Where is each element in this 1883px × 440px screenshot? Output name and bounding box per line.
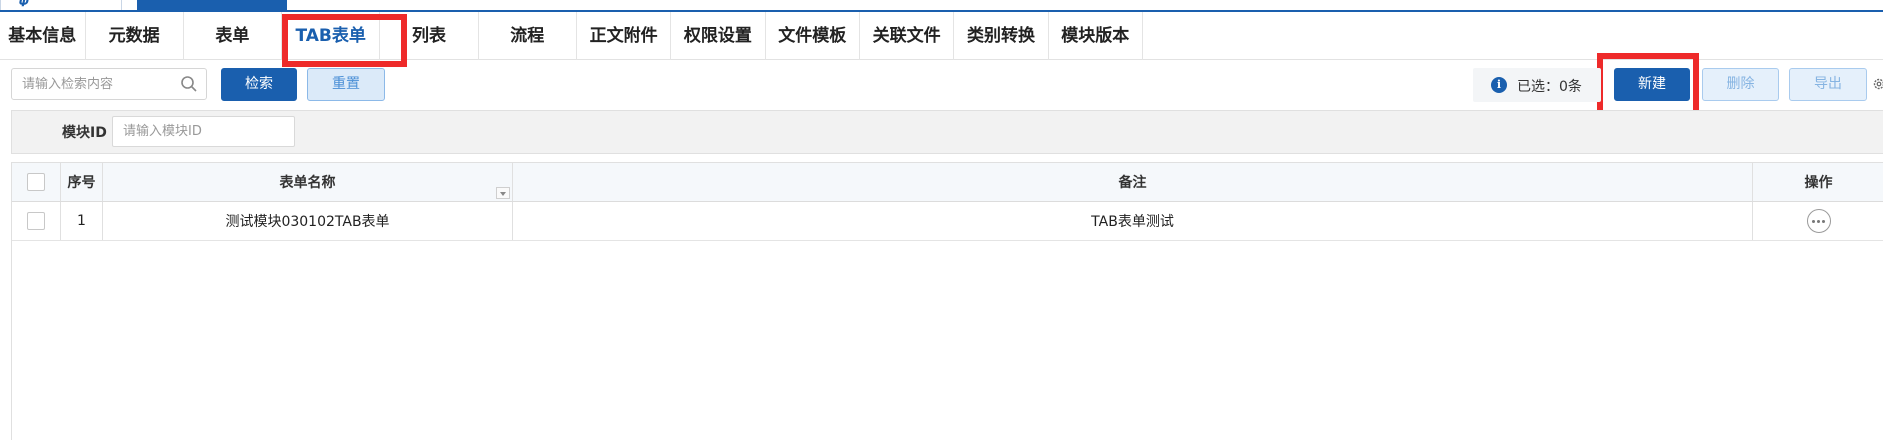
tab-related-files[interactable]: 关联文件 (860, 12, 955, 60)
search-button[interactable]: 检索 (221, 68, 297, 101)
tab-module-version[interactable]: 模块版本 (1049, 12, 1143, 60)
grid-header: 序号 表单名称 备注 操作 (12, 163, 1883, 202)
module-id-field (112, 116, 295, 147)
tab-file-templates[interactable]: 文件模板 (766, 12, 860, 60)
tab-tab-form[interactable]: TAB表单 (282, 12, 381, 60)
row-note: TAB表单测试 (513, 202, 1753, 240)
tab-form[interactable]: 表单 (184, 12, 283, 60)
tab-metadata[interactable]: 元数据 (86, 12, 184, 60)
tabs-divider (1143, 59, 1883, 60)
row-checkbox[interactable] (27, 212, 45, 230)
tab-basic-info[interactable]: 基本信息 (0, 12, 86, 60)
select-all-cell (12, 163, 61, 201)
data-grid: 序号 表单名称 备注 操作 1 测试模块030102TAB表单 TAB表单测试 (11, 162, 1883, 440)
sort-dropdown-icon[interactable] (496, 187, 510, 199)
tab-category-conversion[interactable]: 类别转换 (954, 12, 1049, 60)
tab-workflow[interactable]: 流程 (479, 12, 577, 60)
col-header-index: 序号 (61, 163, 103, 201)
selected-count-badge: i 已选：0条 (1473, 68, 1601, 102)
tab-list[interactable]: 列表 (380, 12, 479, 60)
new-button[interactable]: 新建 (1614, 68, 1690, 101)
export-button[interactable]: 导出 (1789, 68, 1867, 101)
row-index: 1 (61, 202, 103, 240)
top-strip: 𝜳 (0, 0, 1883, 12)
filter-panel: 模块ID (11, 110, 1883, 154)
col-header-note: 备注 (513, 163, 1753, 201)
module-id-input[interactable] (113, 117, 288, 146)
module-tabs: 基本信息 元数据 表单 TAB表单 列表 流程 正文附件 权限设置 文件模板 关… (0, 12, 1143, 60)
col-header-form-name[interactable]: 表单名称 (103, 163, 513, 201)
search-icon[interactable] (180, 75, 198, 93)
module-id-label: 模块ID (62, 125, 107, 141)
search-input[interactable] (12, 69, 172, 99)
row-select-cell (12, 202, 61, 240)
tab-attachments[interactable]: 正文附件 (577, 12, 672, 60)
tab-permissions[interactable]: 权限设置 (671, 12, 766, 60)
selected-count-text: 已选：0条 (1517, 79, 1582, 95)
home-glyph-icon: 𝜳 (19, 0, 30, 9)
more-actions-icon[interactable] (1806, 209, 1831, 233)
col-header-form-name-label: 表单名称 (279, 175, 336, 191)
select-all-checkbox[interactable] (27, 173, 45, 191)
delete-button[interactable]: 删除 (1702, 68, 1779, 101)
info-icon: i (1491, 77, 1507, 93)
table-row[interactable]: 1 测试模块030102TAB表单 TAB表单测试 (12, 202, 1883, 241)
row-actions-cell (1753, 202, 1883, 240)
col-header-actions: 操作 (1804, 175, 1833, 191)
gear-icon[interactable] (1872, 77, 1883, 91)
search-box (11, 68, 207, 100)
reset-button[interactable]: 重置 (307, 68, 385, 101)
row-form-name: 测试模块030102TAB表单 (103, 202, 513, 240)
